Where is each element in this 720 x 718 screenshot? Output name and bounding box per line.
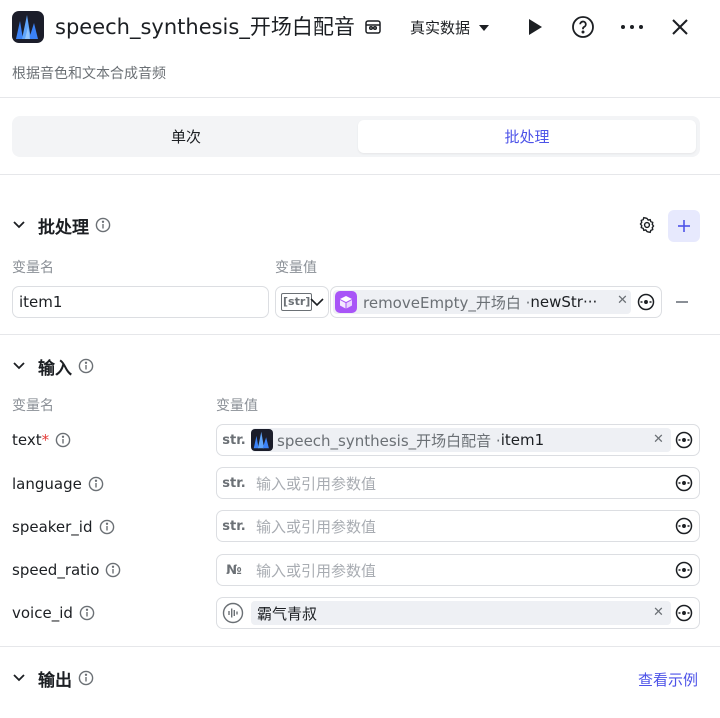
language-placeholder: 输入或引用参数值 <box>256 475 377 493</box>
info-icon <box>99 519 114 535</box>
batch-section-title: 批处理 <box>38 217 89 238</box>
speaker-id-input-field[interactable]: str. 输入或引用参数值 <box>216 510 700 542</box>
ref-node-name: speech_synthesis_开场白配音 · <box>277 431 501 450</box>
ref-var-name: item1 <box>500 431 545 449</box>
type-array-str-label: [str] <box>281 293 313 311</box>
variable-ref-icon[interactable] <box>675 604 693 622</box>
remove-batch-item-button[interactable] <box>676 301 688 303</box>
output-section-header[interactable]: 输出 <box>12 666 94 691</box>
batch-section-header[interactable]: 批处理 <box>12 213 111 238</box>
batch-col-value: 变量值 <box>275 260 317 276</box>
required-mark: * <box>41 431 50 449</box>
info-icon <box>78 670 94 686</box>
chevron-down-icon[interactable] <box>12 673 26 683</box>
store-icon[interactable] <box>364 18 382 36</box>
type-str-icon: str. <box>222 432 246 448</box>
param-label-text: text * <box>12 429 71 451</box>
param-label-voice-id: voice_id <box>12 602 95 624</box>
type-str-icon: str. <box>222 475 246 491</box>
data-source-label: 真实数据 <box>410 19 471 37</box>
info-icon <box>55 432 71 448</box>
language-input-field[interactable]: str. 输入或引用参数值 <box>216 467 700 499</box>
divider <box>0 646 720 647</box>
type-str-icon: str. <box>222 518 246 534</box>
voice-value-chip[interactable]: 霸气青叔 <box>251 601 671 625</box>
add-batch-item-button[interactable] <box>668 210 700 242</box>
view-example-link[interactable]: 查看示例 <box>638 669 698 690</box>
help-button[interactable] <box>570 14 596 40</box>
cube-icon <box>335 291 357 313</box>
voice-id-input-field[interactable]: 霸气青叔 ✕ <box>216 597 700 629</box>
clear-ref-icon[interactable]: ✕ <box>617 293 628 308</box>
speed-ratio-placeholder: 输入或引用参数值 <box>256 562 377 580</box>
plus-icon <box>678 220 690 232</box>
settings-button[interactable] <box>638 216 656 234</box>
ref-node-name: removeEmpty_开场白 · <box>363 293 531 312</box>
more-icon <box>621 25 643 29</box>
batch-item-name-input[interactable]: item1 <box>12 286 269 318</box>
more-button[interactable] <box>619 14 645 40</box>
batch-ref-field[interactable]: removeEmpty_开场白 · newStr··· ✕ <box>330 286 662 318</box>
input-section-header[interactable]: 输入 <box>12 354 94 379</box>
info-icon <box>95 217 111 233</box>
play-icon <box>529 19 542 35</box>
batch-type-select[interactable]: [str] <box>275 286 329 318</box>
param-label-speed-ratio: speed_ratio <box>12 559 121 581</box>
variable-ref-icon[interactable] <box>637 293 655 311</box>
batch-col-name: 变量名 <box>12 260 54 276</box>
node-title: speech_synthesis_开场白配音 <box>55 15 355 39</box>
mode-tabs: 单次 批处理 <box>12 116 700 157</box>
variable-ref-icon[interactable] <box>675 474 693 492</box>
voice-icon <box>222 602 244 624</box>
batch-ref-chip[interactable]: removeEmpty_开场白 · newStr··· <box>333 290 631 314</box>
variable-ref-icon[interactable] <box>675 561 693 579</box>
clear-voice-icon[interactable]: ✕ <box>653 605 664 620</box>
info-icon <box>79 605 95 621</box>
caret-down-icon <box>479 25 490 31</box>
input-section-title: 输入 <box>38 358 72 379</box>
node-description: 根据音色和文本合成音频 <box>12 66 166 82</box>
node-header: speech_synthesis_开场白配音 真实数据 根据音色和文本合成音频 <box>0 0 720 98</box>
param-label-speaker-id: speaker_id <box>12 516 115 538</box>
speed-ratio-input-field[interactable]: № 输入或引用参数值 <box>216 554 700 586</box>
info-icon <box>78 358 94 374</box>
info-icon <box>106 562 121 578</box>
chevron-down-icon[interactable] <box>12 361 26 371</box>
close-icon <box>672 19 688 35</box>
type-number-icon: № <box>226 562 242 578</box>
input-col-value: 变量值 <box>216 398 258 414</box>
param-label-language: language <box>12 473 104 495</box>
chevron-down-icon[interactable] <box>12 220 26 230</box>
run-button[interactable] <box>522 14 548 40</box>
app-logo-icon <box>251 429 273 451</box>
divider <box>0 174 720 175</box>
output-section-title: 输出 <box>38 670 72 691</box>
text-input-field[interactable]: str. speech_synthesis_开场白配音 · item1 ✕ <box>216 424 700 456</box>
chevron-down-icon <box>310 298 324 307</box>
variable-ref-icon[interactable] <box>675 517 693 535</box>
tab-batch[interactable]: 批处理 <box>358 120 696 153</box>
data-source-dropdown[interactable]: 真实数据 <box>410 17 490 39</box>
gear-icon <box>639 216 655 234</box>
tab-single[interactable]: 单次 <box>16 120 356 153</box>
voice-value: 霸气青叔 <box>257 604 318 623</box>
question-icon <box>572 16 594 38</box>
variable-ref-icon[interactable] <box>675 431 693 449</box>
divider <box>0 334 720 335</box>
input-col-name: 变量名 <box>12 398 54 414</box>
clear-ref-icon[interactable]: ✕ <box>653 432 664 447</box>
ref-var-name: newStr··· <box>530 293 598 311</box>
app-logo <box>12 11 44 43</box>
text-ref-chip[interactable]: speech_synthesis_开场白配音 · item1 <box>251 428 671 452</box>
info-icon <box>88 476 104 492</box>
close-button[interactable] <box>667 14 693 40</box>
speaker-id-placeholder: 输入或引用参数值 <box>256 518 377 536</box>
